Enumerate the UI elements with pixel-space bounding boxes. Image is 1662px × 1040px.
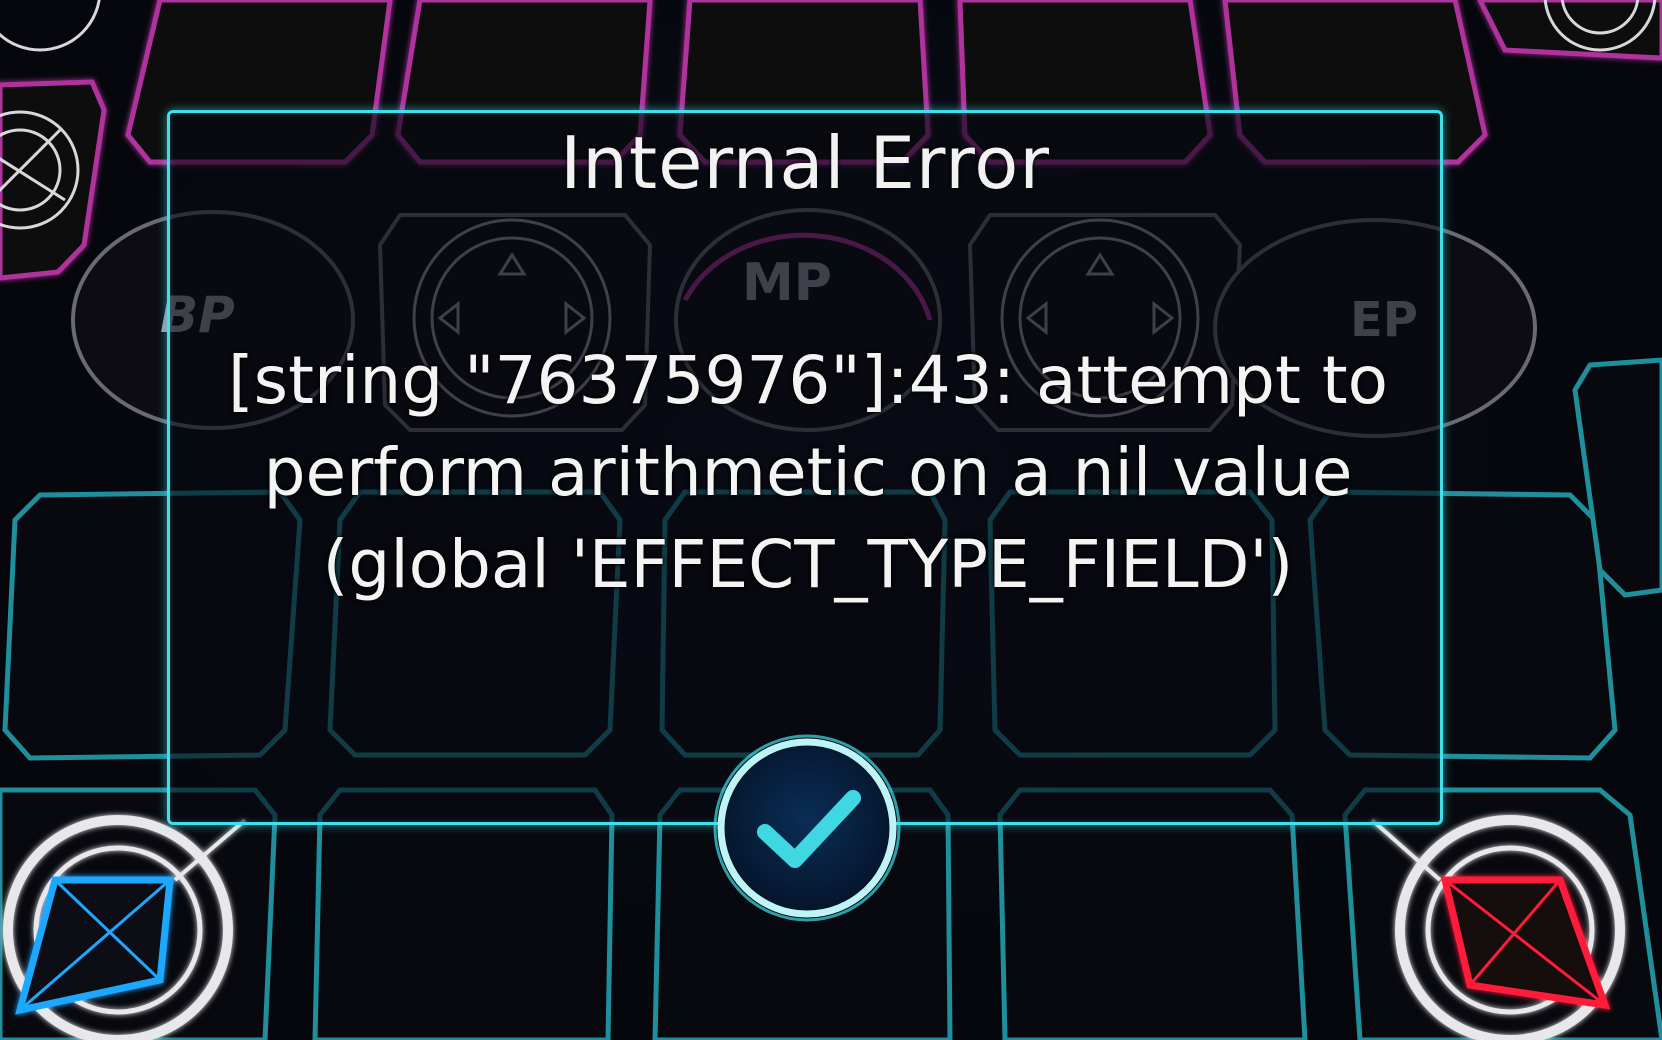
confirm-button[interactable] xyxy=(713,734,901,922)
card-zone[interactable] xyxy=(312,787,615,1040)
game-screen: BP MP EP xyxy=(0,0,1662,1040)
dialog-title: Internal Error xyxy=(560,121,1050,205)
error-message: [string "76375976"]:43: attempt to perfo… xyxy=(227,342,1389,603)
card-zone[interactable] xyxy=(997,787,1308,1040)
error-dialog: Internal Error [string "76375976"]:43: a… xyxy=(167,110,1443,825)
